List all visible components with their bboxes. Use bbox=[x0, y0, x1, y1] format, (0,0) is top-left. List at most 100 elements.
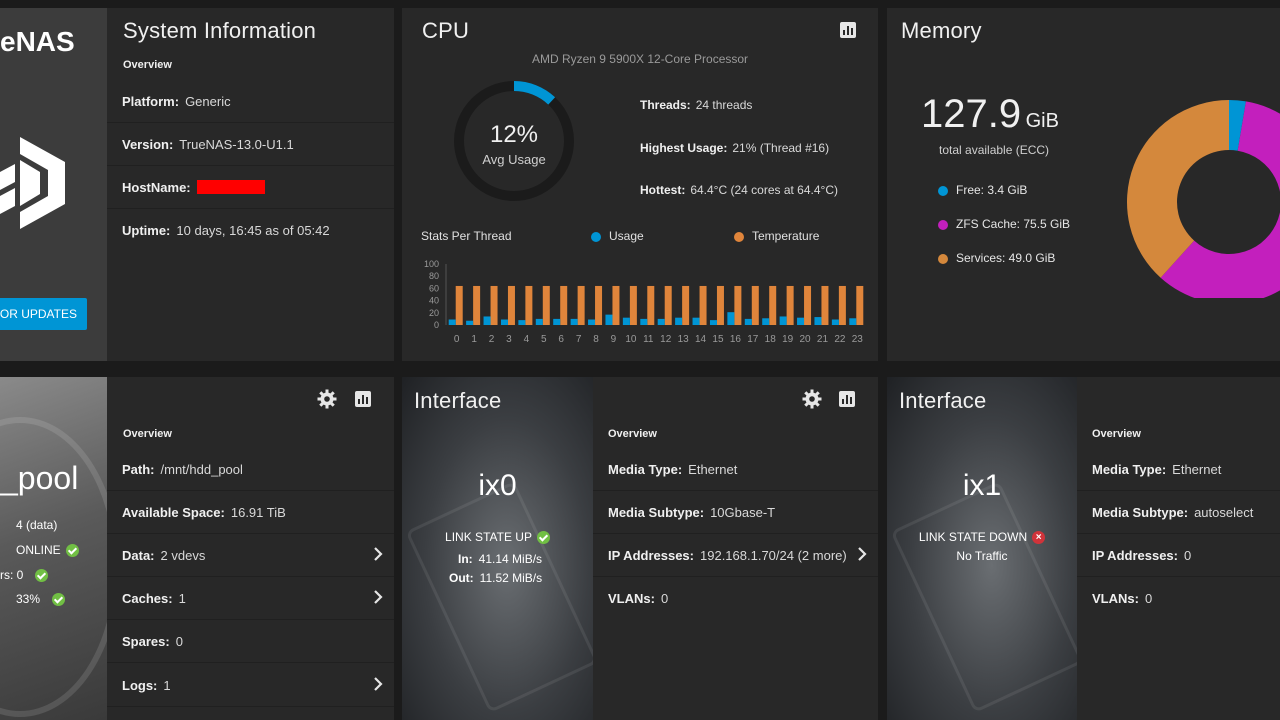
iface0-row-media-type: Media Type: Ethernet bbox=[593, 448, 878, 491]
pool-reports-icon[interactable] bbox=[353, 389, 373, 409]
usage-bar bbox=[849, 318, 857, 325]
iface0-media-subtype-value: 10Gbase-T bbox=[710, 504, 776, 520]
x-tick-label: 8 bbox=[593, 334, 599, 344]
cpu-highest-usage: Highest Usage: 21% (Thread #16) bbox=[640, 141, 829, 155]
iface0-in-label: In: bbox=[458, 552, 473, 566]
iface0-media-type-value: Ethernet bbox=[688, 461, 738, 477]
pool-used-text: 33% bbox=[16, 592, 41, 606]
iface0-out: Out: 11.52 MiB/s bbox=[449, 571, 542, 585]
legend-usage-label: Usage bbox=[609, 229, 644, 243]
check-for-updates-button[interactable]: OR UPDATES bbox=[0, 298, 87, 330]
iface0-state-ok-icon bbox=[536, 531, 550, 545]
system-row-uptime: Uptime: 10 days, 16:45 as of 05:42 bbox=[107, 209, 394, 252]
pool-overview-label: Overview bbox=[123, 428, 172, 440]
chevron-right-icon[interactable] bbox=[370, 676, 386, 692]
chevron-right-icon[interactable] bbox=[854, 546, 870, 562]
usage-bar bbox=[535, 318, 543, 325]
x-tick-label: 9 bbox=[611, 334, 617, 344]
iface0-media-subtype-label: Media Subtype: bbox=[608, 504, 705, 520]
temperature-bar bbox=[455, 285, 463, 325]
iface1-title: Interface bbox=[899, 388, 987, 413]
truenas-logo-text: eNAS bbox=[0, 26, 75, 57]
pool-settings-gear-icon[interactable] bbox=[317, 389, 337, 409]
temperature-bar bbox=[838, 285, 846, 325]
threads-label: Threads: bbox=[640, 98, 691, 112]
chevron-right-icon[interactable] bbox=[370, 546, 386, 562]
memory-free-dot bbox=[938, 185, 948, 196]
iface1-name: ix1 bbox=[962, 469, 1002, 502]
memory-donut-chart bbox=[1127, 100, 1280, 298]
iface1-row-media-type: Media Type: Ethernet bbox=[1077, 448, 1280, 491]
temperature-bar bbox=[629, 285, 637, 325]
temperature-bar bbox=[734, 285, 742, 325]
usage-bar bbox=[797, 317, 805, 325]
iface0-state: LINK STATE UP bbox=[402, 530, 593, 545]
cpu-avg-label: Avg Usage bbox=[482, 152, 546, 167]
usage-bar bbox=[675, 317, 683, 325]
temperature-bar bbox=[716, 285, 724, 325]
x-tick-label: 15 bbox=[712, 334, 724, 344]
x-tick-label: 0 bbox=[454, 334, 460, 344]
iface0-in: In: 41.14 MiB/s bbox=[458, 552, 542, 566]
x-tick-label: 1 bbox=[471, 334, 477, 344]
pool-row-data[interactable]: Data: 2 vdevs bbox=[107, 534, 394, 577]
cpu-reports-icon[interactable] bbox=[838, 20, 858, 40]
hostname-label: HostName: bbox=[122, 179, 191, 195]
iface0-vlans-label: VLANs: bbox=[608, 591, 655, 606]
pool-status: ONLINE bbox=[16, 543, 79, 558]
y-tick-label: 100 bbox=[424, 259, 439, 269]
iface1-media-type-value: Ethernet bbox=[1172, 461, 1222, 477]
x-tick-label: 5 bbox=[541, 334, 547, 344]
pool-available-value: 16.91 TiB bbox=[230, 504, 286, 520]
temperature-bar bbox=[804, 285, 812, 325]
x-tick-label: 17 bbox=[747, 334, 759, 344]
iface1-state-error-icon: × bbox=[1032, 531, 1046, 545]
iface0-title: Interface bbox=[414, 388, 502, 413]
version-value: TrueNAS-13.0-U1.1 bbox=[179, 136, 294, 152]
x-tick-label: 10 bbox=[625, 334, 637, 344]
chevron-right-icon[interactable] bbox=[370, 589, 386, 605]
x-tick-label: 7 bbox=[576, 334, 582, 344]
pool-logs-label: Logs: bbox=[122, 677, 158, 693]
usage-bar bbox=[692, 317, 700, 325]
hostname-redacted bbox=[196, 180, 265, 194]
cpu-model: AMD Ryzen 9 5900X 12-Core Processor bbox=[531, 52, 749, 66]
stats-per-thread-chart: 1008060402000 1 2 3 4 5 6 7 8 9 10 11 12 13 14 15 16 17 18… bbox=[424, 259, 864, 344]
memory-total-value: 127.9 bbox=[921, 92, 1022, 136]
pool-path-value: /mnt/hdd_pool bbox=[160, 461, 243, 477]
system-row-version: Version: TrueNAS-13.0-U1.1 bbox=[107, 123, 394, 166]
pool-used: 33% bbox=[16, 592, 66, 607]
x-tick-label: 19 bbox=[782, 334, 794, 344]
x-tick-label: 13 bbox=[678, 334, 690, 344]
iface0-reports-icon[interactable] bbox=[837, 389, 857, 409]
iface0-image-panel: Interface ix0 LINK STATE UP In: 41.14 MiB… bbox=[402, 377, 593, 720]
highest-usage-label: Highest Usage: bbox=[640, 141, 728, 155]
iface0-out-value: 11.52 MiB/s bbox=[479, 571, 543, 585]
iface0-settings-gear-icon[interactable] bbox=[802, 389, 822, 409]
hottest-value: 64.4°C (24 cores at 64.4°C) bbox=[690, 183, 838, 197]
memory-card: Memory 127.9 GiB total available (ECC) F… bbox=[887, 8, 1280, 361]
pool-image-panel: _pool 4 (data) ONLINE rs: 0 33% bbox=[0, 377, 107, 720]
y-tick-label: 60 bbox=[429, 283, 439, 293]
iface0-row-ip-addresses[interactable]: IP Addresses: 192.168.1.70/24 (2 more) bbox=[593, 534, 878, 577]
cpu-avg-value: 12% bbox=[489, 121, 539, 148]
usage-bar bbox=[605, 314, 613, 325]
temperature-bar bbox=[856, 285, 864, 325]
x-tick-label: 3 bbox=[506, 334, 512, 344]
memory-services-slice bbox=[1127, 100, 1229, 278]
usage-bar bbox=[779, 316, 787, 325]
system-information-card: System Information Overview Platform: Gen… bbox=[107, 8, 394, 361]
system-row-platform: Platform: Generic bbox=[107, 80, 394, 123]
y-tick-label: 0 bbox=[434, 320, 439, 330]
pool-row-logs[interactable]: Logs: 1 bbox=[107, 664, 394, 707]
legend-usage: Usage bbox=[591, 229, 644, 243]
pool-row-caches[interactable]: Caches: 1 bbox=[107, 577, 394, 620]
memory-legend-services: Services: 49.0 GiB bbox=[938, 251, 1055, 265]
check-for-updates-label: OR UPDATES bbox=[0, 307, 77, 321]
iface1-ip-label: IP Addresses: bbox=[1092, 547, 1178, 563]
iface0-ip-label: IP Addresses: bbox=[608, 547, 694, 563]
iface1-connector-shape bbox=[890, 481, 1077, 713]
memory-total-unit: GiB bbox=[1025, 110, 1059, 132]
memory-zfs-dot bbox=[938, 219, 948, 230]
iface1-row-vlans: VLANs: 0 bbox=[1077, 577, 1280, 620]
